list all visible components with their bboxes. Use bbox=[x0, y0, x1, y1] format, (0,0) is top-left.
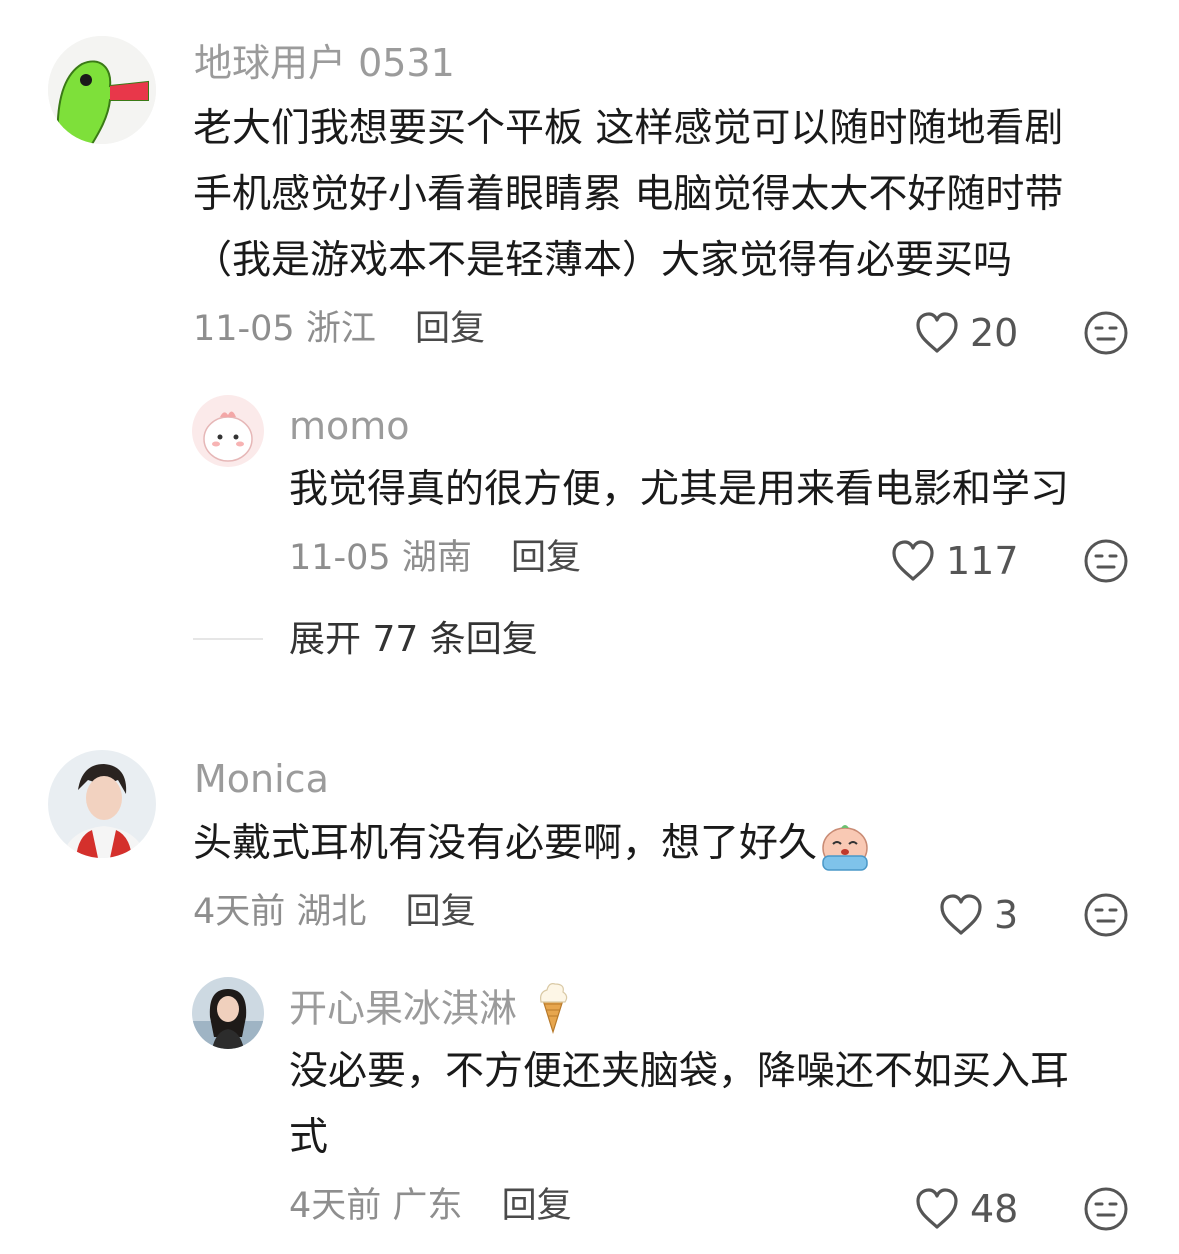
reply-button[interactable]: 回复 bbox=[415, 309, 485, 349]
username[interactable]: momo bbox=[289, 407, 410, 445]
like-button[interactable]: 20 bbox=[914, 308, 1018, 358]
reply-button[interactable]: 回复 bbox=[511, 538, 581, 578]
heart-outline-icon bbox=[916, 1188, 958, 1229]
comment-meta: 4天前 湖北 回复 bbox=[193, 895, 476, 930]
comment-meta: 11-05 浙江 回复 bbox=[193, 312, 485, 347]
avatar[interactable] bbox=[192, 977, 264, 1049]
comment-location: 广东 bbox=[392, 1186, 463, 1226]
meh-face-icon[interactable] bbox=[1083, 310, 1129, 356]
comment-line: 我觉得真的很方便，尤其是用来看电影和学习 bbox=[289, 467, 1070, 512]
comment-date: 11-05 bbox=[289, 538, 391, 578]
avatar[interactable] bbox=[48, 36, 156, 144]
reply-button[interactable]: 回复 bbox=[406, 892, 476, 932]
like-count: 20 bbox=[970, 311, 1019, 355]
comment-meta: 11-05 湖南 回复 bbox=[289, 541, 581, 576]
heart-outline-icon bbox=[916, 312, 958, 353]
like-count: 117 bbox=[946, 539, 1019, 583]
frog-avatar-image bbox=[48, 36, 156, 144]
comment-date: 4天前 bbox=[289, 1186, 382, 1226]
expand-replies-button[interactable]: 展开 77 条回复 bbox=[289, 622, 538, 658]
cartoon-avatar-image bbox=[192, 395, 264, 467]
crying-emoji-icon bbox=[822, 824, 868, 871]
meh-face-icon[interactable] bbox=[1083, 1186, 1129, 1232]
avatar[interactable] bbox=[48, 750, 156, 858]
divider bbox=[193, 638, 263, 640]
person-avatar-image bbox=[48, 750, 156, 858]
meh-face-icon[interactable] bbox=[1083, 538, 1129, 584]
heart-outline-icon bbox=[940, 894, 982, 935]
comment-line: 手机感觉好小看着眼睛累 电脑觉得太大不好随时带 bbox=[193, 172, 1064, 217]
comment-location: 湖南 bbox=[401, 538, 472, 578]
avatar[interactable] bbox=[192, 395, 264, 467]
comment-location: 浙江 bbox=[305, 309, 376, 349]
comment-date: 4天前 bbox=[193, 892, 286, 932]
like-button[interactable]: 48 bbox=[914, 1184, 1018, 1234]
comment-line: 头戴式耳机有没有必要啊，想了好久 bbox=[193, 811, 873, 877]
comment-line: 没必要，不方便还夹脑袋，降噪还不如买入耳 bbox=[289, 1049, 1070, 1094]
username[interactable]: 开心果冰淇淋 bbox=[289, 983, 571, 1034]
meh-face-icon[interactable] bbox=[1083, 892, 1129, 938]
heart-outline-icon bbox=[892, 540, 934, 581]
comment-meta: 4天前 广东 回复 bbox=[289, 1189, 572, 1224]
username[interactable]: 地球用户 0531 bbox=[194, 44, 455, 82]
comment-line: （我是游戏本不是轻薄本）大家觉得有必要买吗 bbox=[193, 238, 1013, 283]
person-avatar-image bbox=[192, 977, 264, 1049]
like-count: 48 bbox=[970, 1187, 1019, 1231]
comment-line: 式 bbox=[289, 1115, 329, 1160]
username[interactable]: Monica bbox=[194, 760, 329, 798]
like-button[interactable]: 3 bbox=[938, 890, 1018, 940]
comment-line: 老大们我想要买个平板 这样感觉可以随时随地看剧 bbox=[193, 106, 1064, 151]
like-count: 3 bbox=[994, 893, 1019, 937]
username-text: 开心果冰淇淋 bbox=[289, 986, 518, 1031]
comment-location: 湖北 bbox=[296, 892, 367, 932]
ice-cream-icon bbox=[540, 983, 568, 1034]
comment-date: 11-05 bbox=[193, 309, 295, 349]
comment-text-span: 头戴式耳机有没有必要啊，想了好久 bbox=[193, 821, 818, 866]
like-button[interactable]: 117 bbox=[890, 536, 1019, 586]
reply-button[interactable]: 回复 bbox=[502, 1186, 572, 1226]
